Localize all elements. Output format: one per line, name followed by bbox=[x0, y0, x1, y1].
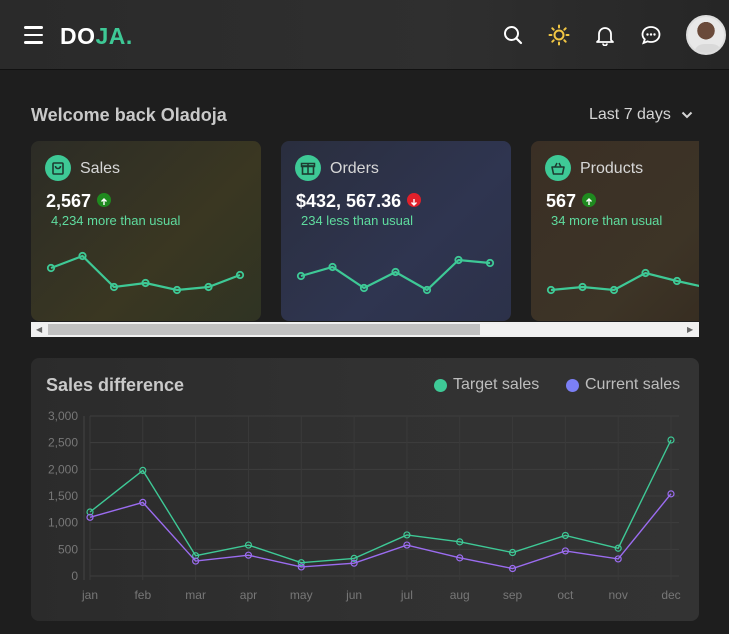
chat-icon[interactable] bbox=[640, 24, 662, 46]
sales-difference-panel: 0 500 1,000 1,500 2,000 2,500 3,000 jan feb mar ap… bbox=[31, 358, 699, 621]
series-line bbox=[89, 439, 672, 564]
card-note: 34 more than usual bbox=[551, 213, 663, 228]
y-tick-label: 1,000 bbox=[48, 516, 78, 530]
trend-up-icon bbox=[582, 193, 597, 208]
shopping-bag-icon bbox=[45, 155, 71, 181]
card-title: Sales bbox=[80, 160, 121, 177]
x-tick-label: jun bbox=[345, 588, 362, 602]
orders-sparkline bbox=[296, 255, 495, 295]
sales-difference-chart: 0 500 1,000 1,500 2,000 2,500 3,000 jan feb mar ap… bbox=[48, 409, 681, 602]
legend-current-sales[interactable]: Current sales bbox=[566, 376, 680, 394]
x-tick-label: nov bbox=[609, 588, 628, 602]
top-bar: DOJA. bbox=[0, 0, 729, 70]
card-value: $432, 567.36 bbox=[296, 191, 422, 212]
legend-label: Current sales bbox=[585, 376, 681, 393]
search-icon[interactable] bbox=[502, 24, 524, 46]
legend-label: Target sales bbox=[453, 376, 540, 393]
cards-scrollbar[interactable]: ◀ ▶ bbox=[31, 322, 699, 337]
card-sales[interactable]: Sales 2,567 4,234 more than usual bbox=[31, 141, 261, 321]
y-tick-label: 500 bbox=[58, 542, 78, 556]
legend-target-sales[interactable]: Target sales bbox=[434, 376, 539, 394]
x-tick-label: may bbox=[290, 588, 313, 602]
shopping-basket-icon bbox=[545, 155, 571, 181]
card-note: 234 less than usual bbox=[301, 213, 414, 228]
sales-sparkline bbox=[46, 251, 245, 295]
y-tick-label: 2,000 bbox=[48, 462, 78, 476]
avatar[interactable] bbox=[686, 15, 726, 55]
y-tick-label: 0 bbox=[71, 569, 78, 583]
trend-up-icon bbox=[97, 193, 112, 208]
x-tick-label: oct bbox=[557, 588, 574, 602]
gift-icon bbox=[295, 155, 321, 181]
menu-icon[interactable] bbox=[24, 26, 43, 44]
x-tick-label: feb bbox=[134, 588, 151, 602]
card-value: 567 bbox=[546, 191, 597, 212]
welcome-heading: Welcome back Oladoja bbox=[31, 105, 227, 125]
card-title: Products bbox=[580, 160, 644, 177]
card-value: 2,567 bbox=[46, 191, 112, 212]
scroll-right-arrow-icon[interactable]: ▶ bbox=[687, 325, 693, 334]
period-label: Last 7 days bbox=[589, 106, 671, 123]
sparkline-line bbox=[550, 271, 699, 292]
legend-target-dot bbox=[434, 378, 447, 392]
y-tick-label: 2,500 bbox=[48, 436, 78, 450]
sun-icon[interactable] bbox=[548, 24, 570, 46]
trend-down-icon bbox=[407, 193, 422, 208]
card-title: Orders bbox=[330, 160, 379, 177]
x-tick-label: dec bbox=[661, 588, 680, 602]
x-tick-label: apr bbox=[240, 588, 257, 602]
x-tick-label: jul bbox=[400, 588, 413, 602]
scrollbar-thumb[interactable] bbox=[48, 324, 480, 335]
products-sparkline bbox=[546, 268, 699, 295]
y-tick-label: 1,500 bbox=[48, 489, 78, 503]
x-tick-label: jan bbox=[81, 588, 98, 602]
bell-icon[interactable] bbox=[594, 24, 616, 46]
x-tick-label: sep bbox=[503, 588, 523, 602]
y-tick-label: 3,000 bbox=[48, 409, 78, 423]
card-note: 4,234 more than usual bbox=[51, 213, 181, 228]
series-line bbox=[89, 493, 672, 570]
scroll-left-arrow-icon[interactable]: ◀ bbox=[36, 325, 42, 334]
card-orders[interactable]: Orders $432, 567.36 234 less than usual bbox=[281, 141, 511, 321]
x-tick-label: mar bbox=[185, 588, 206, 602]
panel-title: Sales difference bbox=[46, 375, 185, 395]
card-products[interactable]: Products 567 34 more than usual bbox=[531, 141, 699, 321]
period-dropdown[interactable]: Last 7 days bbox=[589, 106, 693, 124]
legend-current-dot bbox=[566, 378, 579, 392]
x-tick-label: aug bbox=[450, 588, 470, 602]
chevron-down-icon bbox=[681, 111, 693, 119]
app-logo[interactable]: DOJA. bbox=[60, 23, 133, 50]
stat-cards: Sales 2,567 4,234 more than usual Orders… bbox=[31, 141, 699, 322]
